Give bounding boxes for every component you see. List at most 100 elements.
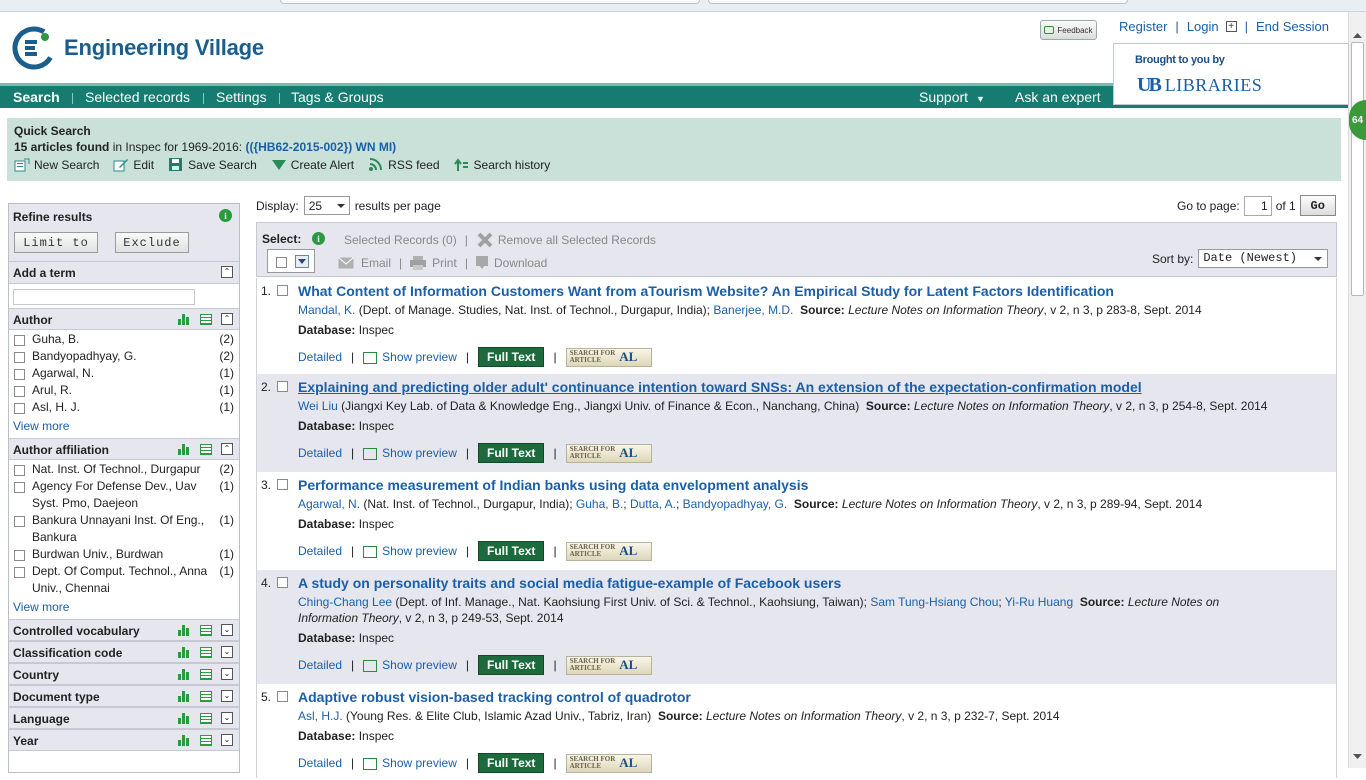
bar-chart-icon[interactable]	[178, 690, 191, 702]
collapse-icon[interactable]: ⌃	[221, 266, 233, 278]
table-icon[interactable]	[200, 690, 212, 702]
table-icon[interactable]	[200, 668, 212, 680]
bar-chart-icon[interactable]	[178, 668, 191, 680]
detailed-link[interactable]: Detailed	[298, 446, 342, 460]
result-checkbox[interactable]	[277, 381, 288, 392]
nav-ask-an-expert[interactable]: Ask an expert	[1015, 89, 1101, 105]
nav-support[interactable]: Support ▼	[919, 89, 985, 105]
create-alert-action[interactable]: Create Alert	[271, 158, 354, 172]
author-link[interactable]: Bandyopadhyay, G.	[683, 497, 788, 511]
facet-header-language[interactable]: Language ⌄	[9, 707, 239, 729]
search-history-action[interactable]: Search history	[453, 158, 550, 172]
browser-tab[interactable]	[280, 0, 700, 4]
facet-row[interactable]: Dept. Of Comput. Technol., Anna Univ., C…	[14, 564, 234, 597]
email-action[interactable]: Email	[338, 256, 391, 270]
facet-checkbox[interactable]	[14, 482, 25, 493]
search-for-article-button[interactable]: SEARCH FOR ARTICLE AL	[565, 541, 652, 561]
page-number-input[interactable]: 1	[1243, 195, 1272, 216]
full-text-button[interactable]: Full Text	[477, 541, 545, 561]
table-icon[interactable]	[200, 313, 212, 325]
full-text-button[interactable]: Full Text	[477, 655, 545, 675]
result-checkbox[interactable]	[277, 577, 288, 588]
facet-checkbox[interactable]	[14, 369, 25, 380]
download-action[interactable]: Download	[475, 256, 547, 270]
expand-icon[interactable]: ⌄	[221, 624, 233, 636]
author-link[interactable]: Sam Tung-Hsiang Chou	[870, 595, 998, 609]
bar-chart-icon[interactable]	[178, 624, 191, 636]
table-icon[interactable]	[200, 646, 212, 658]
table-icon[interactable]	[200, 712, 212, 724]
full-text-button[interactable]: Full Text	[477, 753, 545, 773]
register-link[interactable]: Register	[1119, 19, 1167, 34]
result-title[interactable]: What Content of Information Customers Wa…	[298, 282, 1276, 300]
exclude-button[interactable]: Exclude	[115, 232, 189, 253]
facet-checkbox[interactable]	[14, 550, 25, 561]
expand-icon[interactable]: ⌄	[221, 690, 233, 702]
facet-row[interactable]: Burdwan Univ., Burdwan (1)	[14, 547, 234, 563]
facet-checkbox[interactable]	[14, 465, 25, 476]
facet-checkbox[interactable]	[14, 335, 25, 346]
browser-tab[interactable]	[708, 0, 1128, 4]
info-icon[interactable]: i	[312, 232, 325, 245]
facet-header-classification-code[interactable]: Classification code ⌄	[9, 641, 239, 663]
facet-checkbox[interactable]	[14, 386, 25, 397]
remove-all-button[interactable]: Remove all Selected Records	[476, 231, 656, 249]
nav-settings[interactable]: Settings	[216, 89, 267, 105]
author-link[interactable]: Mandal, K.	[298, 303, 355, 317]
author-link[interactable]: Ching-Chang Lee	[298, 595, 392, 609]
show-preview-link[interactable]: Show preview	[363, 350, 457, 364]
facet-header-country[interactable]: Country ⌄	[9, 663, 239, 685]
save-search-action[interactable]: Save Search	[168, 158, 257, 172]
select-all-checkbox[interactable]	[276, 257, 287, 268]
facet-row[interactable]: Bankura Unnayani Inst. Of Eng., Bankura (…	[14, 513, 234, 546]
search-for-article-button[interactable]: SEARCH FOR ARTICLE AL	[565, 347, 652, 367]
bar-chart-icon[interactable]	[178, 712, 191, 724]
table-icon[interactable]	[200, 734, 212, 746]
edit-action[interactable]: Edit	[113, 158, 154, 172]
facet-header-year[interactable]: Year ⌄	[9, 729, 239, 751]
select-dropdown-icon[interactable]	[295, 255, 309, 268]
affiliation-view-more-link[interactable]: View more	[13, 600, 239, 614]
author-link[interactable]: Banerjee, M.D.	[713, 303, 793, 317]
nav-search[interactable]: Search	[13, 89, 60, 105]
login-link[interactable]: Login	[1187, 19, 1219, 34]
facet-row[interactable]: Guha, B. (2)	[14, 332, 234, 348]
nav-tags-groups[interactable]: Tags & Groups	[291, 89, 384, 105]
author-link[interactable]: Asl, H.J.	[298, 709, 343, 723]
author-link[interactable]: Yi-Ru Huang	[1005, 595, 1073, 609]
detailed-link[interactable]: Detailed	[298, 658, 342, 672]
detailed-link[interactable]: Detailed	[298, 350, 342, 364]
facet-checkbox[interactable]	[14, 352, 25, 363]
facet-header-document-type[interactable]: Document type ⌄	[9, 685, 239, 707]
search-for-article-button[interactable]: SEARCH FOR ARTICLE AL	[565, 443, 652, 463]
bar-chart-icon[interactable]	[178, 734, 191, 746]
detailed-link[interactable]: Detailed	[298, 544, 342, 558]
bar-chart-icon[interactable]	[178, 443, 191, 455]
facet-checkbox[interactable]	[14, 403, 25, 414]
bar-chart-icon[interactable]	[178, 646, 191, 658]
select-all-control[interactable]	[267, 249, 315, 273]
expand-icon[interactable]: ⌄	[221, 712, 233, 724]
author-link[interactable]: Dutta, A.	[630, 497, 676, 511]
result-checkbox[interactable]	[277, 691, 288, 702]
new-search-action[interactable]: New Search	[14, 158, 99, 172]
feedback-button[interactable]: Feedback	[1040, 20, 1097, 40]
rss-feed-action[interactable]: RSS feed	[368, 158, 440, 172]
selected-records-count[interactable]: Selected Records (0)	[344, 233, 457, 247]
add-term-input[interactable]	[13, 289, 195, 305]
facet-checkbox[interactable]	[14, 516, 25, 527]
expand-icon[interactable]: ⌄	[221, 668, 233, 680]
search-for-article-button[interactable]: SEARCH FOR ARTICLE AL	[565, 753, 652, 773]
result-title[interactable]: Explaining and predicting older adult' c…	[298, 378, 1276, 396]
result-title[interactable]: Performance measurement of Indian banks …	[298, 476, 1276, 494]
facet-checkbox[interactable]	[14, 567, 25, 578]
print-action[interactable]: Print	[410, 256, 457, 270]
facet-row[interactable]: Nat. Inst. Of Technol., Durgapur (2)	[14, 462, 234, 478]
limit-to-button[interactable]: Limit to	[14, 232, 98, 253]
bar-chart-icon[interactable]	[178, 313, 191, 325]
result-checkbox[interactable]	[277, 479, 288, 490]
go-button[interactable]: Go	[1299, 195, 1336, 216]
show-preview-link[interactable]: Show preview	[363, 658, 457, 672]
result-checkbox[interactable]	[277, 285, 288, 296]
facet-row[interactable]: Arul, R. (1)	[14, 383, 234, 399]
